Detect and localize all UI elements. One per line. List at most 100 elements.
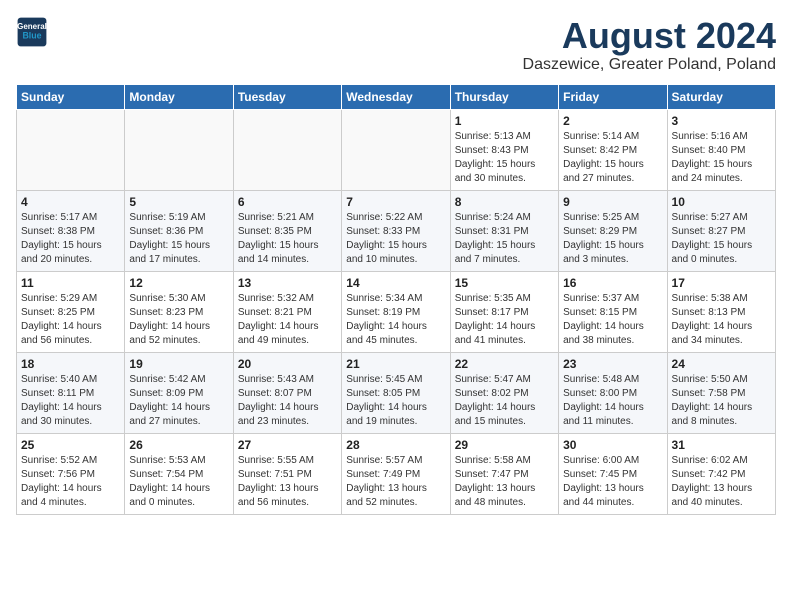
page-subtitle: Daszewice, Greater Poland, Poland <box>523 56 776 74</box>
calendar-week-row: 1 Sunrise: 5:13 AM Sunset: 8:43 PM Daylig… <box>17 109 776 190</box>
calendar-cell <box>233 109 341 190</box>
day-number: 20 <box>238 357 337 371</box>
title-block: August 2024 Daszewice, Greater Poland, P… <box>523 16 776 74</box>
day-info: Sunrise: 5:50 AM Sunset: 7:58 PM Dayligh… <box>672 373 771 429</box>
day-info: Sunrise: 5:58 AM Sunset: 7:47 PM Dayligh… <box>455 454 554 510</box>
day-number: 13 <box>238 276 337 290</box>
calendar-week-row: 4Sunrise: 5:17 AM Sunset: 8:38 PM Daylig… <box>17 190 776 271</box>
calendar-cell: 27 Sunrise: 5:55 AM Sunset: 7:51 PM Dayli… <box>233 433 341 514</box>
day-info: Sunrise: 5:42 AM Sunset: 8:09 PM Dayligh… <box>129 373 228 429</box>
day-info: Sunrise: 5:29 AM Sunset: 8:25 PM Dayligh… <box>21 292 120 348</box>
calendar-cell <box>342 109 450 190</box>
page-title: August 2024 <box>523 16 776 56</box>
day-info: Sunrise: 5:21 AM Sunset: 8:35 PM Dayligh… <box>238 211 337 267</box>
day-number: 30 <box>563 438 662 452</box>
day-info: Sunrise: 5:53 AM Sunset: 7:54 PM Dayligh… <box>129 454 228 510</box>
calendar-cell: 31Sunrise: 6:02 AM Sunset: 7:42 PM Dayli… <box>667 433 775 514</box>
calendar-cell: 30Sunrise: 6:00 AM Sunset: 7:45 PM Dayli… <box>559 433 667 514</box>
day-number: 29 <box>455 438 554 452</box>
calendar-cell <box>125 109 233 190</box>
page-header: General Blue August 2024 Daszewice, Grea… <box>16 16 776 74</box>
day-info: Sunrise: 5:47 AM Sunset: 8:02 PM Dayligh… <box>455 373 554 429</box>
day-info: Sunrise: 5:30 AM Sunset: 8:23 PM Dayligh… <box>129 292 228 348</box>
day-info: Sunrise: 5:13 AM Sunset: 8:43 PM Dayligh… <box>455 130 554 186</box>
day-number: 17 <box>672 276 771 290</box>
day-info: Sunrise: 5:34 AM Sunset: 8:19 PM Dayligh… <box>346 292 445 348</box>
day-number: 28 <box>346 438 445 452</box>
day-info: Sunrise: 5:40 AM Sunset: 8:11 PM Dayligh… <box>21 373 120 429</box>
day-info: Sunrise: 5:35 AM Sunset: 8:17 PM Dayligh… <box>455 292 554 348</box>
day-number: 3 <box>672 114 771 128</box>
weekday-header: Saturday <box>667 84 775 109</box>
day-number: 21 <box>346 357 445 371</box>
calendar-cell: 10 Sunrise: 5:27 AM Sunset: 8:27 PM Dayli… <box>667 190 775 271</box>
day-number: 24 <box>672 357 771 371</box>
day-number: 11 <box>21 276 120 290</box>
calendar-body: 1 Sunrise: 5:13 AM Sunset: 8:43 PM Daylig… <box>17 109 776 514</box>
calendar-cell: 21 Sunrise: 5:45 AM Sunset: 8:05 PM Dayli… <box>342 352 450 433</box>
calendar-cell: 8Sunrise: 5:24 AM Sunset: 8:31 PM Daylig… <box>450 190 558 271</box>
day-number: 1 <box>455 114 554 128</box>
day-number: 14 <box>346 276 445 290</box>
calendar-week-row: 18 Sunrise: 5:40 AM Sunset: 8:11 PM Dayli… <box>17 352 776 433</box>
calendar-cell: 9Sunrise: 5:25 AM Sunset: 8:29 PM Daylig… <box>559 190 667 271</box>
day-info: Sunrise: 5:24 AM Sunset: 8:31 PM Dayligh… <box>455 211 554 267</box>
day-number: 26 <box>129 438 228 452</box>
day-info: Sunrise: 5:22 AM Sunset: 8:33 PM Dayligh… <box>346 211 445 267</box>
day-number: 2 <box>563 114 662 128</box>
day-info: Sunrise: 5:48 AM Sunset: 8:00 PM Dayligh… <box>563 373 662 429</box>
logo: General Blue <box>16 16 48 48</box>
day-info: Sunrise: 5:16 AM Sunset: 8:40 PM Dayligh… <box>672 130 771 186</box>
calendar-cell: 16 Sunrise: 5:37 AM Sunset: 8:15 PM Dayli… <box>559 271 667 352</box>
day-number: 23 <box>563 357 662 371</box>
day-info: Sunrise: 5:55 AM Sunset: 7:51 PM Dayligh… <box>238 454 337 510</box>
calendar-cell: 18 Sunrise: 5:40 AM Sunset: 8:11 PM Dayli… <box>17 352 125 433</box>
calendar-cell: 3 Sunrise: 5:16 AM Sunset: 8:40 PM Daylig… <box>667 109 775 190</box>
day-number: 5 <box>129 195 228 209</box>
calendar-cell: 15Sunrise: 5:35 AM Sunset: 8:17 PM Dayli… <box>450 271 558 352</box>
calendar-cell: 20Sunrise: 5:43 AM Sunset: 8:07 PM Dayli… <box>233 352 341 433</box>
calendar-cell: 13 Sunrise: 5:32 AM Sunset: 8:21 PM Dayli… <box>233 271 341 352</box>
calendar-table: SundayMondayTuesdayWednesdayThursdayFrid… <box>16 84 776 515</box>
calendar-cell: 23 Sunrise: 5:48 AM Sunset: 8:00 PM Dayli… <box>559 352 667 433</box>
calendar-week-row: 11 Sunrise: 5:29 AM Sunset: 8:25 PM Dayli… <box>17 271 776 352</box>
day-number: 18 <box>21 357 120 371</box>
day-number: 6 <box>238 195 337 209</box>
weekday-header-row: SundayMondayTuesdayWednesdayThursdayFrid… <box>17 84 776 109</box>
calendar-cell: 14 Sunrise: 5:34 AM Sunset: 8:19 PM Dayli… <box>342 271 450 352</box>
calendar-cell: 25 Sunrise: 5:52 AM Sunset: 7:56 PM Dayli… <box>17 433 125 514</box>
day-info: Sunrise: 5:19 AM Sunset: 8:36 PM Dayligh… <box>129 211 228 267</box>
calendar-cell: 5 Sunrise: 5:19 AM Sunset: 8:36 PM Daylig… <box>125 190 233 271</box>
day-number: 25 <box>21 438 120 452</box>
weekday-header: Monday <box>125 84 233 109</box>
day-number: 9 <box>563 195 662 209</box>
day-number: 22 <box>455 357 554 371</box>
calendar-cell: 26 Sunrise: 5:53 AM Sunset: 7:54 PM Dayli… <box>125 433 233 514</box>
day-number: 7 <box>346 195 445 209</box>
day-info: Sunrise: 5:37 AM Sunset: 8:15 PM Dayligh… <box>563 292 662 348</box>
calendar-cell: 1 Sunrise: 5:13 AM Sunset: 8:43 PM Daylig… <box>450 109 558 190</box>
weekday-header: Thursday <box>450 84 558 109</box>
svg-text:General: General <box>17 22 47 31</box>
calendar-week-row: 25 Sunrise: 5:52 AM Sunset: 7:56 PM Dayli… <box>17 433 776 514</box>
logo-icon: General Blue <box>16 16 48 48</box>
calendar-cell: 2 Sunrise: 5:14 AM Sunset: 8:42 PM Daylig… <box>559 109 667 190</box>
day-info: Sunrise: 5:32 AM Sunset: 8:21 PM Dayligh… <box>238 292 337 348</box>
calendar-cell: 17 Sunrise: 5:38 AM Sunset: 8:13 PM Dayli… <box>667 271 775 352</box>
weekday-header: Friday <box>559 84 667 109</box>
calendar-cell: 12Sunrise: 5:30 AM Sunset: 8:23 PM Dayli… <box>125 271 233 352</box>
day-info: Sunrise: 5:14 AM Sunset: 8:42 PM Dayligh… <box>563 130 662 186</box>
day-info: Sunrise: 5:27 AM Sunset: 8:27 PM Dayligh… <box>672 211 771 267</box>
day-info: Sunrise: 5:57 AM Sunset: 7:49 PM Dayligh… <box>346 454 445 510</box>
day-info: Sunrise: 5:45 AM Sunset: 8:05 PM Dayligh… <box>346 373 445 429</box>
day-info: Sunrise: 5:52 AM Sunset: 7:56 PM Dayligh… <box>21 454 120 510</box>
calendar-cell: 7 Sunrise: 5:22 AM Sunset: 8:33 PM Daylig… <box>342 190 450 271</box>
day-info: Sunrise: 6:02 AM Sunset: 7:42 PM Dayligh… <box>672 454 771 510</box>
day-number: 10 <box>672 195 771 209</box>
calendar-header: SundayMondayTuesdayWednesdayThursdayFrid… <box>17 84 776 109</box>
day-info: Sunrise: 5:38 AM Sunset: 8:13 PM Dayligh… <box>672 292 771 348</box>
day-number: 16 <box>563 276 662 290</box>
calendar-cell: 28 Sunrise: 5:57 AM Sunset: 7:49 PM Dayli… <box>342 433 450 514</box>
day-number: 19 <box>129 357 228 371</box>
day-number: 27 <box>238 438 337 452</box>
